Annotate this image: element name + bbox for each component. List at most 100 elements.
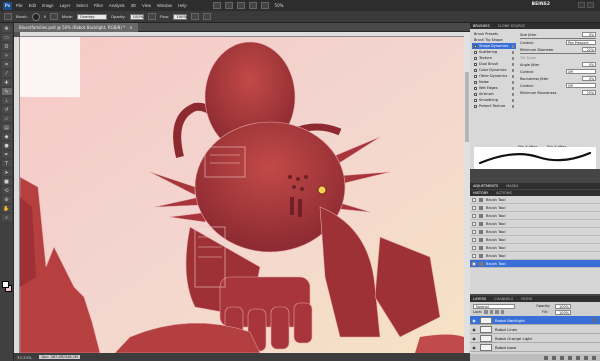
path-selection-tool-icon[interactable]: ➤ bbox=[1, 169, 12, 176]
fill-field[interactable]: 100% bbox=[555, 310, 571, 315]
history-source-box[interactable] bbox=[472, 245, 476, 250]
checkbox[interactable] bbox=[474, 56, 477, 60]
close-button[interactable] bbox=[587, 2, 594, 8]
mini-bridge-icon[interactable] bbox=[224, 2, 233, 9]
lock-all-icon[interactable] bbox=[500, 310, 504, 314]
eye-icon[interactable]: ◉ bbox=[471, 344, 477, 350]
type-tool-icon[interactable]: T bbox=[1, 160, 12, 167]
3d-orbit-tool-icon[interactable]: ⊕ bbox=[1, 196, 12, 203]
control-select-3[interactable]: Off bbox=[566, 83, 596, 88]
layer-row[interactable]: ◉ Robot Lines bbox=[470, 325, 600, 334]
history-source-box[interactable] bbox=[472, 229, 476, 234]
history-source-box[interactable] bbox=[472, 221, 476, 226]
new-layer-icon[interactable] bbox=[584, 355, 588, 360]
tab-clone-source[interactable]: CLONE SOURCE bbox=[498, 24, 525, 28]
layer-row[interactable]: ◉ Robot base bbox=[470, 343, 600, 352]
checkbox[interactable] bbox=[474, 80, 477, 84]
menu-analysis[interactable]: Analysis bbox=[109, 3, 125, 8]
pen-tool-icon[interactable]: ✒ bbox=[1, 151, 12, 158]
tab-layers[interactable]: LAYERS bbox=[473, 297, 486, 301]
new-group-icon[interactable] bbox=[576, 355, 580, 360]
eye-icon[interactable]: ◉ bbox=[471, 326, 477, 332]
healing-brush-tool-icon[interactable]: ✚ bbox=[1, 79, 12, 86]
opacity-field[interactable]: 100% bbox=[129, 13, 144, 20]
history-state[interactable]: Brush Tool bbox=[470, 204, 600, 212]
lock-position-icon[interactable] bbox=[495, 310, 499, 314]
eye-icon[interactable]: ◉ bbox=[471, 335, 477, 341]
lock-pixels-icon[interactable] bbox=[489, 310, 493, 314]
history-state[interactable]: Brush Tool bbox=[470, 260, 600, 268]
tab-history[interactable]: HISTORY bbox=[473, 191, 488, 195]
close-tab-icon[interactable]: × bbox=[129, 25, 132, 30]
eyedropper-tool-icon[interactable]: ⁄ bbox=[1, 70, 12, 77]
menu-image[interactable]: Image bbox=[42, 3, 54, 8]
menu-view[interactable]: View bbox=[142, 3, 151, 8]
adjustment-layer-icon[interactable] bbox=[568, 355, 572, 360]
angle-jitter-field[interactable]: 0% bbox=[582, 62, 596, 67]
move-tool-icon[interactable]: ✥ bbox=[1, 25, 12, 32]
flow-field[interactable]: 100% bbox=[173, 13, 188, 20]
menu-file[interactable]: File bbox=[16, 3, 23, 8]
history-state[interactable]: Brush Tool bbox=[470, 220, 600, 228]
history-state[interactable]: Brush Tool bbox=[470, 252, 600, 260]
marquee-tool-icon[interactable]: ▭ bbox=[1, 34, 12, 41]
brush-preset-picker[interactable] bbox=[31, 12, 40, 21]
checkbox[interactable] bbox=[474, 44, 477, 48]
checkbox[interactable] bbox=[474, 98, 477, 102]
shape-tool-icon[interactable]: ■ bbox=[1, 178, 12, 185]
clone-stamp-tool-icon[interactable]: ⊥ bbox=[1, 97, 12, 104]
status-zoom[interactable]: 33.33% bbox=[17, 355, 31, 360]
history-source-box[interactable] bbox=[472, 253, 476, 258]
gradient-tool-icon[interactable]: ▤ bbox=[1, 124, 12, 131]
3d-rotate-tool-icon[interactable]: ⟲ bbox=[1, 187, 12, 194]
history-state[interactable]: Brush Tool bbox=[470, 196, 600, 204]
hand-tool-icon[interactable]: ✋ bbox=[1, 205, 12, 212]
checkbox[interactable] bbox=[474, 74, 477, 78]
checkbox[interactable] bbox=[474, 50, 477, 54]
scrollbar-thumb[interactable] bbox=[465, 72, 469, 142]
tab-brushes[interactable]: BRUSHES bbox=[473, 24, 490, 28]
menu-3d[interactable]: 3D bbox=[131, 3, 136, 8]
control-select[interactable]: Pen Pressure bbox=[566, 40, 596, 45]
min-roundness-field[interactable]: 25% bbox=[582, 90, 596, 95]
quick-select-tool-icon[interactable]: ✧ bbox=[1, 52, 12, 59]
tab-masks[interactable]: MASKS bbox=[506, 184, 518, 188]
rotate-view-icon[interactable] bbox=[260, 2, 269, 9]
brush-panel-toggle-icon[interactable] bbox=[49, 13, 58, 20]
tab-adjustments[interactable]: ADJUSTMENTS bbox=[473, 184, 498, 188]
foreground-color-swatch[interactable] bbox=[2, 281, 9, 288]
menu-window[interactable]: Window bbox=[157, 3, 172, 8]
crop-tool-icon[interactable]: ⌗ bbox=[1, 61, 12, 68]
layer-row[interactable]: ◉ Robot Backlight bbox=[470, 316, 600, 325]
delete-layer-icon[interactable] bbox=[592, 355, 596, 360]
history-state[interactable]: Brush Tool bbox=[470, 236, 600, 244]
history-source-box[interactable] bbox=[472, 261, 476, 266]
menu-layer[interactable]: Layer bbox=[60, 3, 70, 8]
checkbox[interactable] bbox=[474, 68, 477, 72]
control-select-2[interactable]: Off bbox=[566, 69, 596, 74]
tab-channels[interactable]: CHANNELS bbox=[494, 297, 513, 301]
menu-edit[interactable]: Edit bbox=[29, 3, 36, 8]
add-mask-icon[interactable] bbox=[560, 355, 564, 360]
eraser-tool-icon[interactable]: ▱ bbox=[1, 115, 12, 122]
history-brush-tool-icon[interactable]: ↺ bbox=[1, 106, 12, 113]
airbrush-icon[interactable] bbox=[191, 13, 200, 20]
history-state[interactable]: Brush Tool bbox=[470, 244, 600, 252]
tablet-pressure-opacity-icon[interactable] bbox=[147, 13, 156, 20]
layer-row[interactable]: ◉ Robot Orange Light bbox=[470, 334, 600, 343]
history-state[interactable]: Brush Tool bbox=[470, 228, 600, 236]
zoom-level[interactable]: 50% bbox=[275, 3, 284, 8]
size-jitter-slider[interactable] bbox=[520, 38, 596, 39]
document-tab[interactable]: Bluestfamilies.psd @ 50% (Robot Backligh… bbox=[14, 22, 138, 32]
eye-icon[interactable]: ◉ bbox=[471, 317, 477, 323]
checkbox[interactable] bbox=[474, 92, 477, 96]
zoom-tool-icon[interactable] bbox=[248, 2, 257, 9]
tab-paths[interactable]: PATHS bbox=[521, 297, 532, 301]
history-source-box[interactable] bbox=[472, 197, 476, 202]
link-layers-icon[interactable] bbox=[544, 355, 548, 360]
min-diameter-slider[interactable] bbox=[520, 53, 596, 54]
menu-help[interactable]: Help bbox=[178, 3, 187, 8]
layer-style-icon[interactable] bbox=[552, 355, 556, 360]
roundness-jitter-field[interactable]: 0% bbox=[582, 76, 596, 81]
bridge-icon[interactable] bbox=[212, 2, 221, 9]
